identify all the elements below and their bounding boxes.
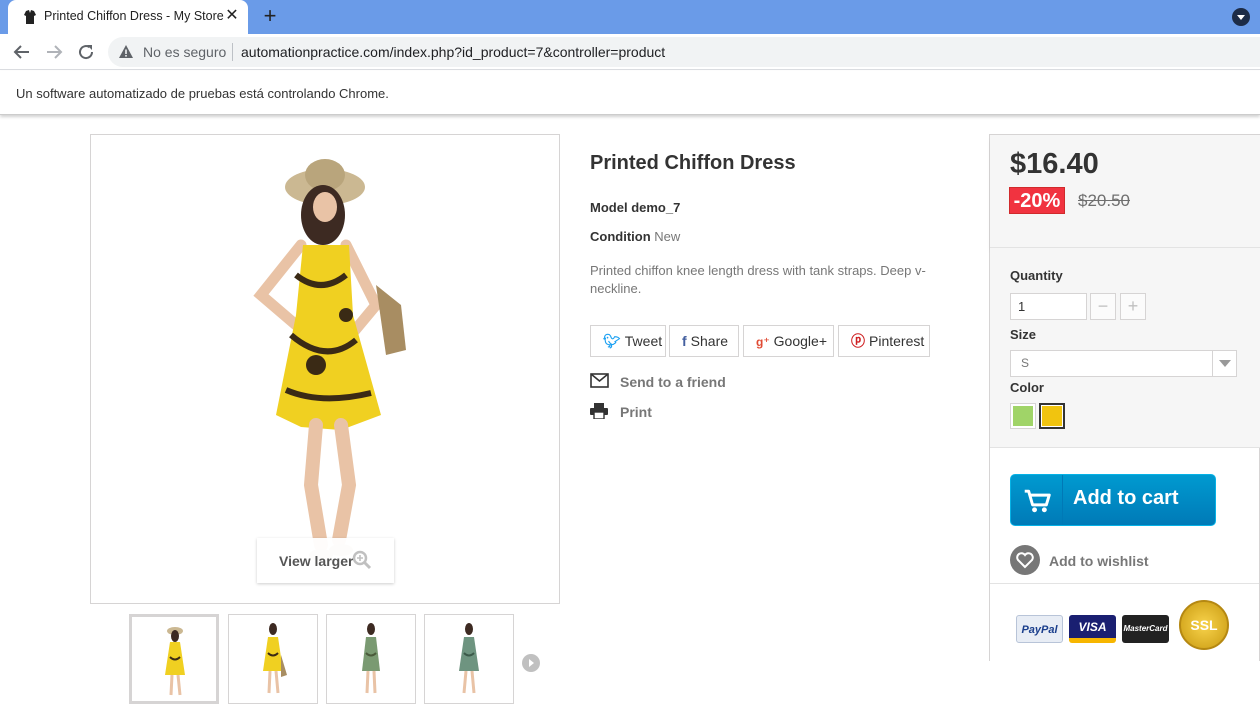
tweet-button[interactable]: 🐦︎ Tweet: [590, 325, 666, 357]
size-select[interactable]: S: [1010, 350, 1237, 377]
back-icon[interactable]: [10, 40, 34, 64]
quantity-input[interactable]: 1: [1010, 293, 1087, 320]
share-label: Share: [690, 333, 729, 349]
thumbnail-image: [362, 623, 380, 694]
color-swatch-green[interactable]: [1010, 403, 1036, 429]
browser-tabstrip: Printed Chiffon Dress - My Store ✕ +: [0, 0, 1260, 34]
payment-methods: PayPal VISA MasterCard SSL: [990, 583, 1259, 661]
twitter-icon: 🐦︎: [603, 333, 621, 349]
cart-icon: [1024, 475, 1063, 525]
swatch-fill: [1042, 406, 1062, 426]
discount-badge: -20%: [1009, 187, 1065, 214]
forward-icon[interactable]: [42, 40, 66, 64]
view-larger-button[interactable]: View larger: [257, 538, 394, 583]
pinterest-button[interactable]: ⓟ Pinterest: [838, 325, 930, 357]
warning-icon[interactable]: [118, 44, 134, 60]
url-text[interactable]: automationpractice.com/index.php?id_prod…: [241, 44, 665, 60]
condition-value: New: [654, 229, 681, 244]
ssl-seal-logo: SSL: [1179, 600, 1229, 650]
size-value: S: [1021, 356, 1030, 370]
tab-title: Printed Chiffon Dress - My Store: [44, 9, 224, 23]
product-main-image[interactable]: View larger: [90, 134, 560, 604]
price-box: $16.40 -20% $20.50: [990, 135, 1260, 248]
send-to-friend-label: Send to a friend: [620, 374, 726, 390]
add-to-wishlist-label: Add to wishlist: [1049, 553, 1149, 569]
visa-logo: VISA: [1069, 615, 1116, 643]
current-price: $16.40: [1010, 148, 1099, 180]
heart-icon: [1010, 545, 1040, 575]
product-thumbnail[interactable]: [228, 614, 318, 704]
color-swatch-yellow[interactable]: [1039, 403, 1065, 429]
model-value: demo_7: [631, 200, 681, 215]
store-favicon-icon: [24, 10, 36, 24]
size-label: Size: [1010, 327, 1037, 342]
product-thumbnail[interactable]: [129, 614, 219, 704]
product-title: Printed Chiffon Dress: [590, 152, 796, 174]
add-to-cart-label: Add to cart: [1073, 487, 1179, 509]
reload-icon[interactable]: [74, 40, 98, 64]
new-tab-icon[interactable]: +: [259, 5, 281, 28]
security-label: No es seguro: [143, 44, 227, 60]
print-label: Print: [620, 404, 652, 420]
product-thumbnail[interactable]: [326, 614, 416, 704]
paypal-logo: PayPal: [1016, 615, 1063, 643]
product-model: Model demo_7: [590, 200, 680, 215]
dress-photo: [253, 159, 406, 561]
infobar-text: Un software automatizado de pruebas está…: [16, 86, 389, 101]
thumbnail-next-icon[interactable]: [522, 654, 540, 672]
browser-toolbar: No es seguro automationpractice.com/inde…: [0, 34, 1260, 70]
product-condition: Condition New: [590, 229, 680, 244]
product-thumbnail[interactable]: [424, 614, 514, 704]
buy-box: $16.40 -20% $20.50 Quantity 1 − + Size S…: [989, 134, 1260, 661]
facebook-icon: f: [682, 333, 687, 349]
product-attributes: Quantity 1 − + Size S Color: [990, 248, 1260, 448]
address-bar[interactable]: No es seguro automationpractice.com/inde…: [108, 37, 1260, 67]
google-plus-button[interactable]: g⁺ Google+: [743, 325, 834, 357]
quantity-decrease-button[interactable]: −: [1090, 293, 1116, 320]
printer-icon: [590, 403, 608, 419]
thumbnail-image: [165, 627, 185, 696]
browser-tab[interactable]: Printed Chiffon Dress - My Store ✕: [8, 0, 248, 34]
thumbnail-image: [263, 623, 287, 694]
pinterest-label: Pinterest: [869, 333, 925, 349]
quantity-label: Quantity: [1010, 268, 1063, 283]
product-description: Printed chiffon knee length dress with t…: [590, 263, 926, 296]
google-plus-icon: g⁺: [756, 335, 770, 349]
omnibox-divider: [232, 43, 233, 61]
envelope-icon: [590, 373, 609, 388]
condition-label: Condition: [590, 229, 651, 244]
chevron-down-icon: [1212, 351, 1236, 376]
swatch-fill: [1013, 406, 1033, 426]
model-label: Model: [590, 200, 628, 215]
old-price: $20.50: [1078, 191, 1130, 210]
share-button[interactable]: f Share: [669, 325, 739, 357]
add-to-cart-button[interactable]: Add to cart: [1010, 474, 1216, 526]
color-label: Color: [1010, 380, 1044, 395]
quantity-increase-button[interactable]: +: [1120, 293, 1146, 320]
mastercard-logo: MasterCard: [1122, 615, 1169, 643]
thumbnail-image: [459, 623, 479, 694]
tab-close-icon[interactable]: ✕: [223, 7, 241, 25]
view-larger-label: View larger: [279, 553, 354, 569]
automation-infobar: Un software automatizado de pruebas está…: [0, 71, 1260, 115]
pinterest-icon: ⓟ: [851, 333, 865, 349]
tweet-label: Tweet: [624, 333, 663, 349]
tab-search-icon[interactable]: [1232, 8, 1250, 26]
zoom-in-icon: [352, 550, 372, 570]
google-plus-label: Google+: [773, 333, 827, 349]
